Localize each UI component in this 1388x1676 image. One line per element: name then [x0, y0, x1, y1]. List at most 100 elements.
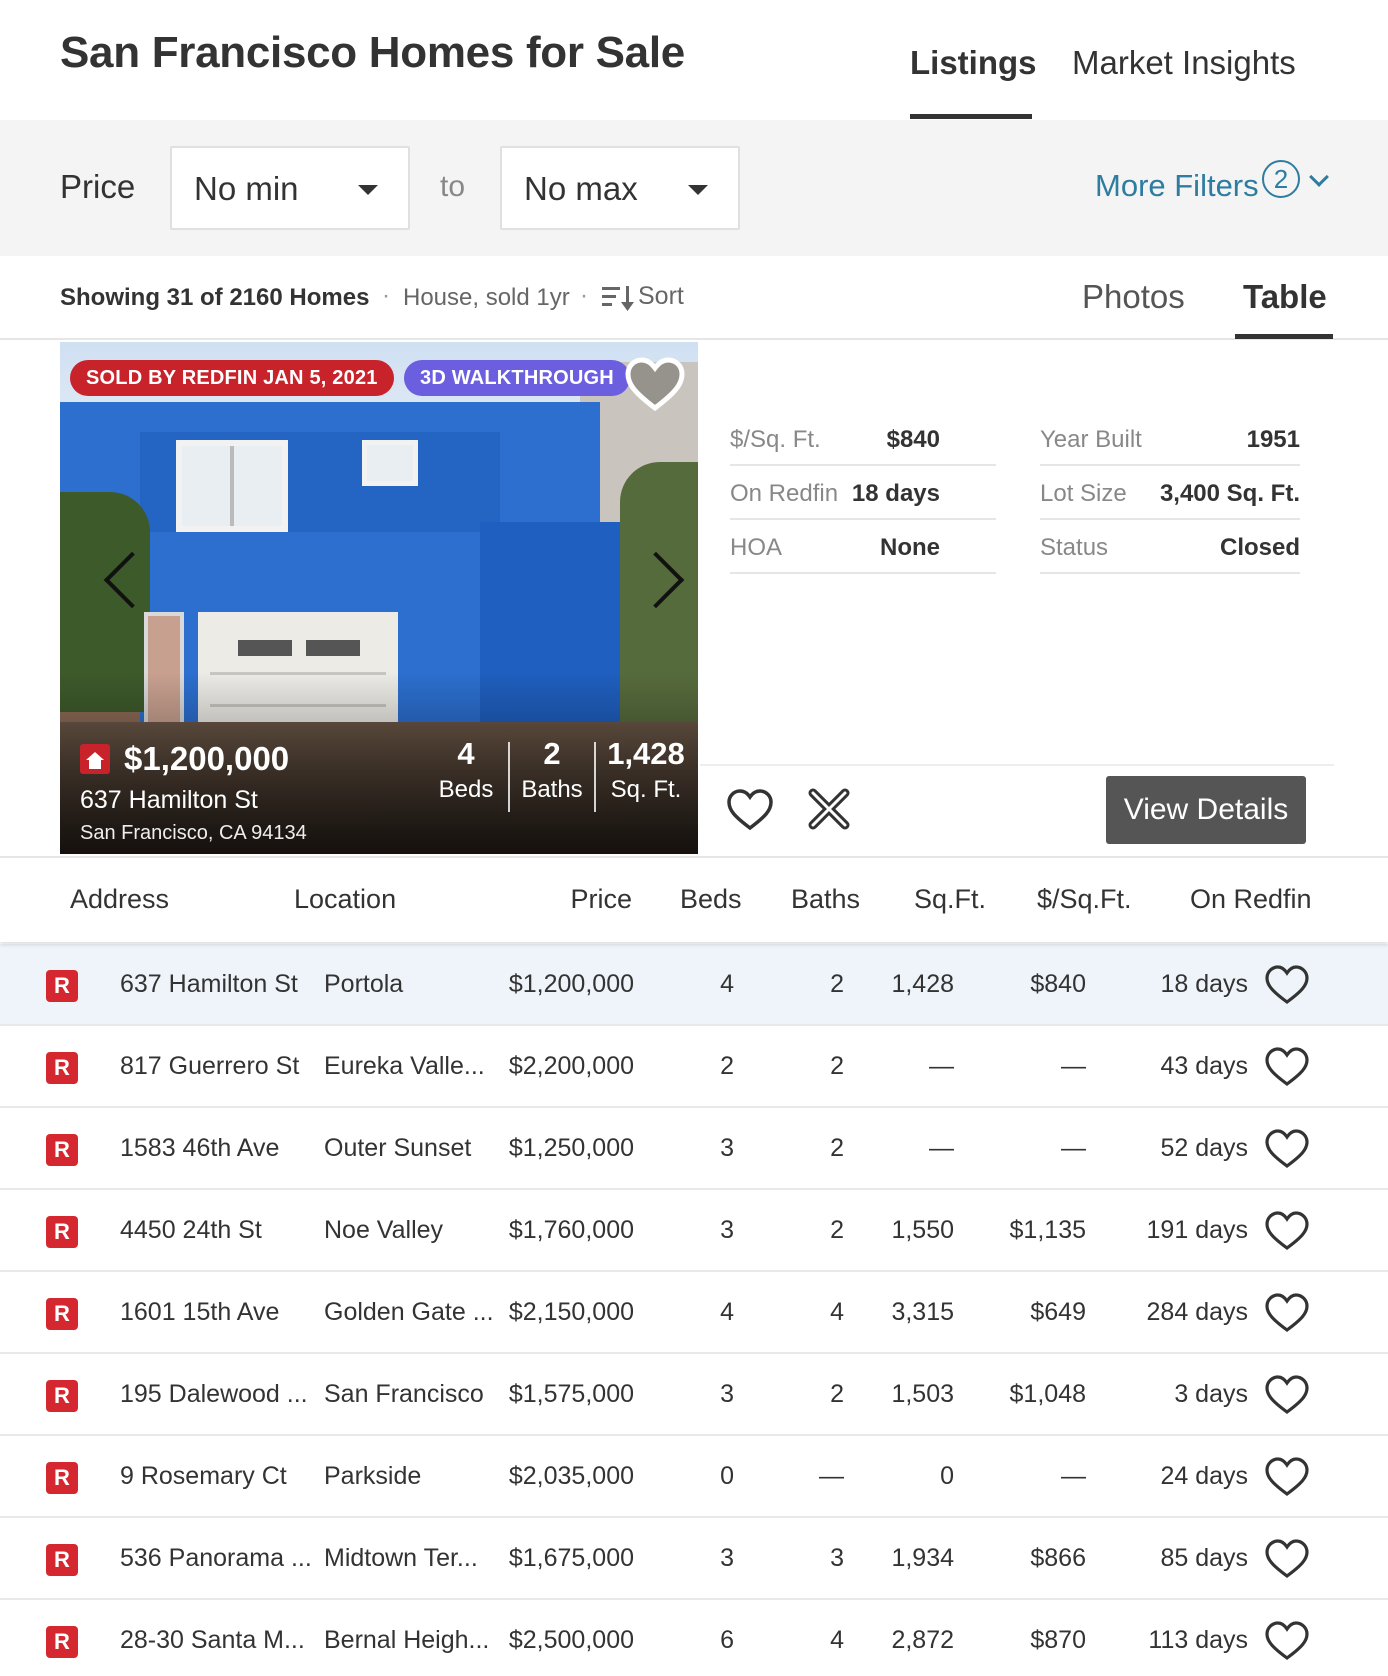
cell-price: $1,760,000	[508, 1216, 634, 1244]
heart-icon[interactable]	[1264, 1292, 1310, 1334]
detail-value: 1951	[1246, 426, 1300, 453]
cell-address[interactable]: 536 Panorama ...	[120, 1544, 312, 1573]
3d-walkthrough-badge[interactable]: 3D WALKTHROUGH	[404, 360, 630, 396]
cell-address[interactable]: 4450 24th St	[120, 1216, 262, 1245]
cell-location: Noe Valley	[324, 1216, 444, 1244]
cell-on-redfin: 43 days	[1160, 1052, 1248, 1080]
cell-address[interactable]: 1583 46th Ave	[120, 1134, 279, 1163]
view-tab-photos[interactable]: Photos	[1082, 278, 1185, 316]
tab-listings[interactable]: Listings	[910, 44, 1037, 82]
cell-address[interactable]: 817 Guerrero St	[120, 1052, 299, 1081]
detail-label: Status	[1040, 534, 1109, 561]
separator-dot: ·	[580, 282, 588, 309]
detail-value: Closed	[1219, 534, 1300, 561]
heart-icon[interactable]	[1264, 1210, 1310, 1252]
sort-button[interactable]: Sort	[638, 282, 684, 311]
cell-baths: —	[819, 1462, 844, 1490]
card-sqft: 1,428 Sq. Ft.	[596, 736, 696, 804]
price-min-select[interactable]: No min	[170, 146, 410, 230]
table-row[interactable]: R 637 Hamilton St Portola $1,200,000 4 2 1,428…	[0, 944, 1388, 1026]
heart-icon[interactable]	[1264, 1046, 1310, 1088]
detail-label: On Redfin	[730, 480, 839, 507]
card-beds: 4 Beds	[426, 736, 506, 804]
table-row[interactable]: R 1601 15th Ave Golden Gate ... $2,150,000 4…	[0, 1272, 1388, 1354]
card-sqft-value: 1,428	[607, 736, 685, 771]
cell-location: Midtown Ter...	[324, 1544, 478, 1572]
table-row[interactable]: R 9 Rosemary Ct Parkside $2,035,000 0 — 0 — 24 d…	[0, 1436, 1388, 1518]
cell-sqft: 0	[940, 1462, 954, 1490]
chevron-down-icon[interactable]	[1309, 167, 1329, 187]
column-header-location[interactable]: Location	[294, 884, 396, 915]
table-row[interactable]: R 195 Dalewood ... San Francisco $1,575,000…	[0, 1354, 1388, 1436]
table-row[interactable]: R 28-30 Santa M... Bernal Heigh... $2,500,0…	[0, 1600, 1388, 1676]
heart-icon[interactable]	[1264, 1374, 1310, 1416]
view-tab-table[interactable]: Table	[1243, 278, 1327, 316]
cell-on-redfin: 18 days	[1160, 970, 1248, 998]
cell-address[interactable]: 28-30 Santa M...	[120, 1626, 305, 1655]
table-header: Address Location Price Beds Baths Sq.Ft.…	[0, 858, 1388, 942]
heart-icon[interactable]	[726, 788, 774, 832]
card-sqft-label: Sq. Ft.	[610, 776, 682, 803]
cell-price-per-sqft: —	[1061, 1052, 1086, 1080]
stat-divider	[508, 742, 510, 812]
sort-icon[interactable]	[602, 284, 634, 312]
cell-price-per-sqft: $866	[1030, 1544, 1086, 1572]
divider	[1040, 572, 1300, 574]
table-row[interactable]: R 817 Guerrero St Eureka Valle... $2,200,00…	[0, 1026, 1388, 1108]
price-min-value: No min	[194, 170, 299, 207]
cell-address[interactable]: 9 Rosemary Ct	[120, 1462, 287, 1491]
column-header-beds[interactable]: Beds	[680, 884, 742, 915]
heart-icon[interactable]	[1264, 964, 1310, 1006]
cell-address[interactable]: 195 Dalewood ...	[120, 1380, 308, 1409]
table-row[interactable]: R 536 Panorama ... Midtown Ter... $1,675,00…	[0, 1518, 1388, 1600]
filter-count-badge[interactable]: 2	[1262, 160, 1300, 198]
tab-market-insights[interactable]: Market Insights	[1072, 44, 1296, 82]
photo-window	[176, 440, 288, 532]
column-header-sqft[interactable]: Sq.Ft.	[914, 884, 986, 915]
cell-address[interactable]: 1601 15th Ave	[120, 1298, 279, 1327]
cell-beds: 4	[720, 1298, 734, 1326]
listing-photo[interactable]: SOLD BY REDFIN JAN 5, 2021 3D WALKTHROUG…	[60, 342, 698, 854]
cell-beds: 3	[720, 1380, 734, 1408]
photo-garage-window	[306, 640, 360, 656]
redfin-home-icon	[80, 744, 110, 774]
cell-on-redfin: 52 days	[1160, 1134, 1248, 1162]
price-max-select[interactable]: No max	[500, 146, 740, 230]
cell-price-per-sqft: —	[1061, 1134, 1086, 1162]
cell-address[interactable]: 637 Hamilton St	[120, 970, 298, 999]
table-row[interactable]: R 1583 46th Ave Outer Sunset $1,250,000 3 2 — —…	[0, 1108, 1388, 1190]
column-header-baths[interactable]: Baths	[791, 884, 860, 915]
cell-location: Parkside	[324, 1462, 422, 1490]
view-details-button[interactable]: View Details	[1106, 776, 1306, 844]
heart-icon[interactable]	[1264, 1620, 1310, 1662]
x-icon[interactable]	[808, 788, 850, 830]
detail-label: HOA	[730, 534, 783, 561]
more-filters-button[interactable]: More Filters	[1095, 168, 1259, 204]
redfin-badge: R	[46, 1462, 78, 1494]
cell-location: Portola	[324, 970, 404, 998]
column-header-on-redfin[interactable]: On Redfin	[1190, 884, 1312, 915]
page-header: San Francisco Homes for Sale Listings Ma…	[0, 0, 1388, 120]
heart-icon[interactable]	[624, 356, 686, 412]
page-title: San Francisco Homes for Sale	[60, 28, 685, 77]
card-baths: 2 Baths	[512, 736, 592, 804]
column-header-price-per-sqft[interactable]: $/Sq.Ft.	[1037, 884, 1132, 915]
heart-icon[interactable]	[1264, 1538, 1310, 1580]
cell-price-per-sqft: $649	[1030, 1298, 1086, 1326]
column-header-address[interactable]: Address	[70, 884, 169, 915]
cell-sqft: —	[929, 1134, 954, 1162]
column-header-price[interactable]: Price	[570, 884, 632, 915]
cell-baths: 2	[830, 1380, 844, 1408]
detail-label: Year Built	[1040, 426, 1142, 453]
cell-price-per-sqft: $1,048	[1009, 1380, 1086, 1408]
card-beds-label: Beds	[438, 776, 494, 803]
heart-icon[interactable]	[1264, 1456, 1310, 1498]
cell-on-redfin: 113 days	[1148, 1626, 1248, 1654]
card-baths-label: Baths	[521, 776, 583, 803]
cell-price-per-sqft: $1,135	[1009, 1216, 1086, 1244]
table-row[interactable]: R 4450 24th St Noe Valley $1,760,000 3 2 1,550…	[0, 1190, 1388, 1272]
cell-location: Bernal Heigh...	[324, 1626, 490, 1654]
cell-location: Golden Gate ...	[324, 1298, 494, 1326]
cell-price-per-sqft: $840	[1030, 970, 1086, 998]
heart-icon[interactable]	[1264, 1128, 1310, 1170]
